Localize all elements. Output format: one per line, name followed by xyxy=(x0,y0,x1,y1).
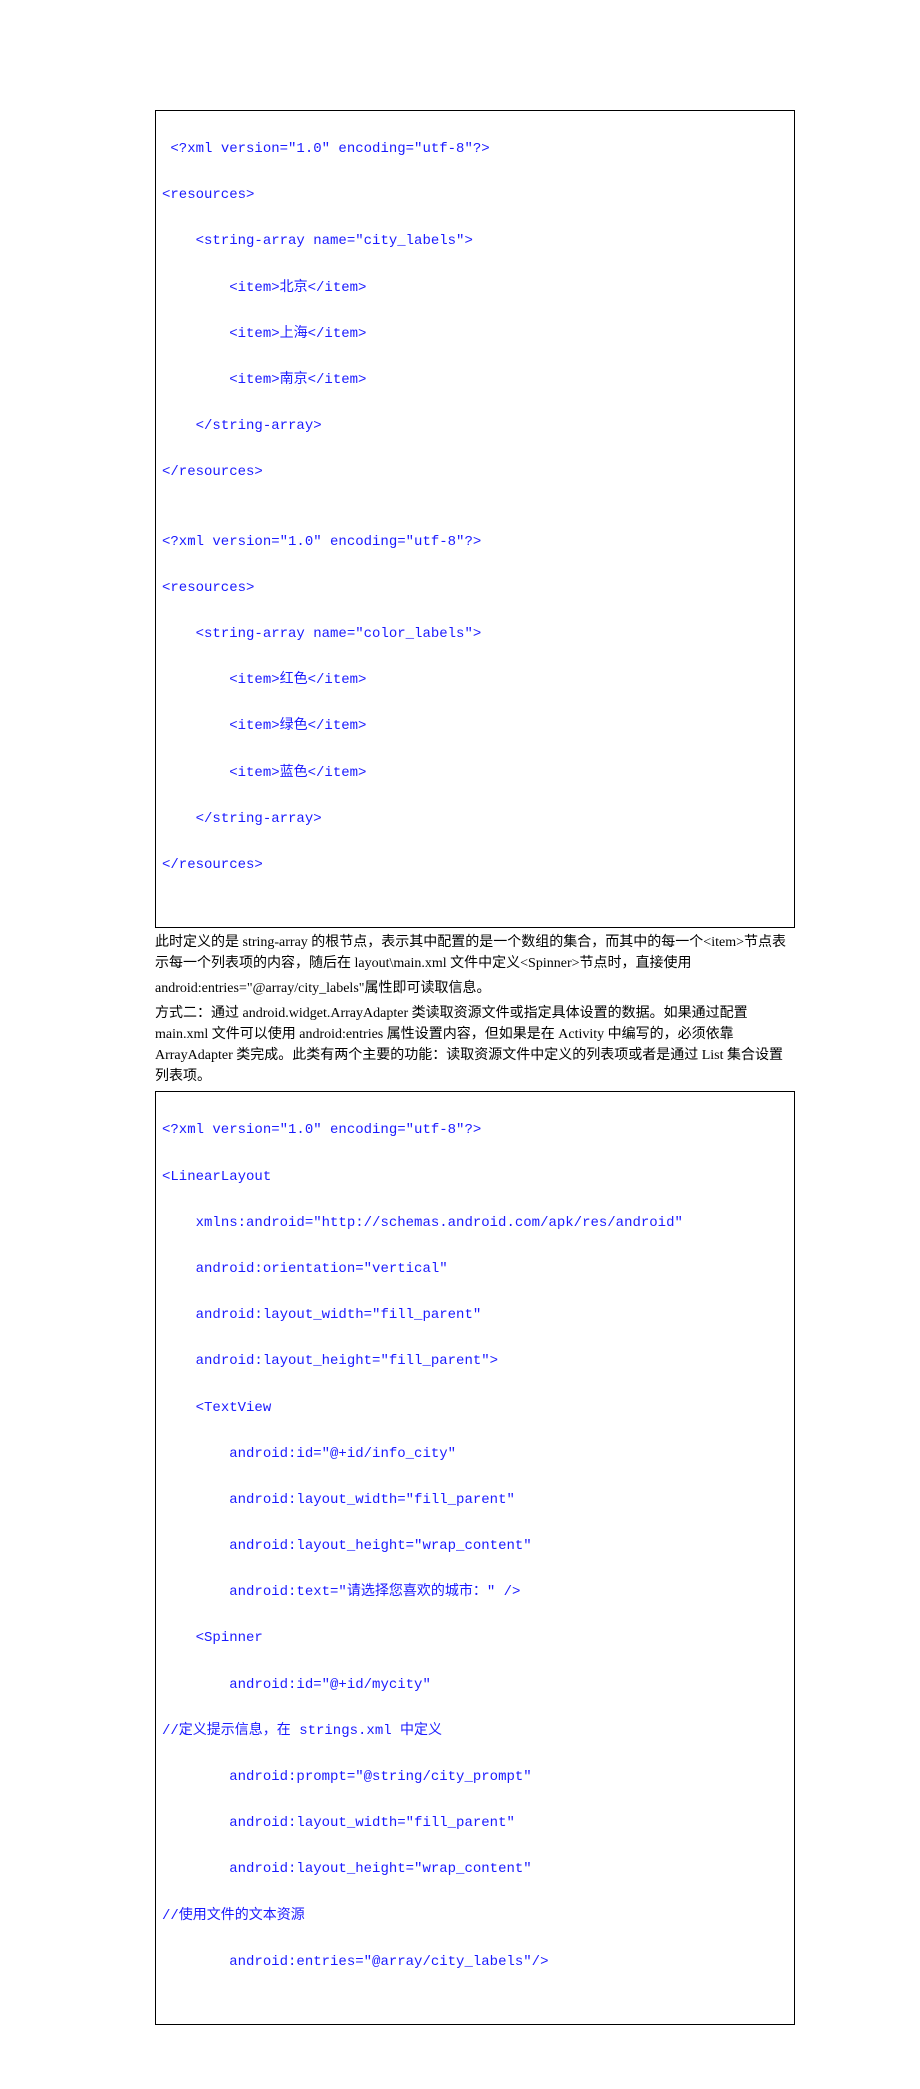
code-line: <resources> xyxy=(162,184,788,207)
code-line: //使用文件的文本资源 xyxy=(162,1905,788,1928)
document-page: <?xml version="1.0" encoding="utf-8"?> <… xyxy=(0,0,920,2089)
code-line: android:prompt="@string/city_prompt" xyxy=(162,1766,788,1789)
paragraph-2: android:entries="@array/city_labels"属性即可… xyxy=(155,978,795,999)
code-line: </string-array> xyxy=(162,415,788,438)
code-line: <LinearLayout xyxy=(162,1166,788,1189)
code-line: android:orientation="vertical" xyxy=(162,1258,788,1281)
code-line: <?xml version="1.0" encoding="utf-8"?> xyxy=(162,1119,788,1142)
code-line: android:layout_height="fill_parent"> xyxy=(162,1350,788,1373)
code-line: android:entries="@array/city_labels"/> xyxy=(162,1951,788,1974)
code-line: <?xml version="1.0" encoding="utf-8"?> xyxy=(162,531,788,554)
code-line: android:layout_height="wrap_content" xyxy=(162,1858,788,1881)
code-line: <Spinner xyxy=(162,1627,788,1650)
code-line: android:id="@+id/mycity" xyxy=(162,1674,788,1697)
code-line: </resources> xyxy=(162,461,788,484)
paragraph-1: 此时定义的是 string-array 的根节点，表示其中配置的是一个数组的集合… xyxy=(155,932,795,974)
code-line: <item>红色</item> xyxy=(162,669,788,692)
code-line: //定义提示信息，在 strings.xml 中定义 xyxy=(162,1720,788,1743)
code-line: </resources> xyxy=(162,854,788,877)
code-block-1: <?xml version="1.0" encoding="utf-8"?> <… xyxy=(155,110,795,928)
code-line: <TextView xyxy=(162,1397,788,1420)
code-line: <string-array name="city_labels"> xyxy=(162,230,788,253)
code-block-2: <?xml version="1.0" encoding="utf-8"?> <… xyxy=(155,1091,795,2025)
code-line: <resources> xyxy=(162,577,788,600)
code-line: android:layout_width="fill_parent" xyxy=(162,1304,788,1327)
code-line: <item>南京</item> xyxy=(162,369,788,392)
code-line: <item>上海</item> xyxy=(162,323,788,346)
code-line: <item>绿色</item> xyxy=(162,715,788,738)
code-line: <?xml version="1.0" encoding="utf-8"?> xyxy=(162,138,788,161)
code-line: <item>北京</item> xyxy=(162,277,788,300)
code-line: android:layout_height="wrap_content" xyxy=(162,1535,788,1558)
code-line: android:text="请选择您喜欢的城市：" /> xyxy=(162,1581,788,1604)
code-line: <string-array name="color_labels"> xyxy=(162,623,788,646)
code-line: android:layout_width="fill_parent" xyxy=(162,1489,788,1512)
code-line: android:id="@+id/info_city" xyxy=(162,1443,788,1466)
paragraph-3: 方式二：通过 android.widget.ArrayAdapter 类读取资源… xyxy=(155,1003,795,1087)
code-line: android:layout_width="fill_parent" xyxy=(162,1812,788,1835)
code-line: </string-array> xyxy=(162,808,788,831)
code-line: <item>蓝色</item> xyxy=(162,762,788,785)
code-line: xmlns:android="http://schemas.android.co… xyxy=(162,1212,788,1235)
